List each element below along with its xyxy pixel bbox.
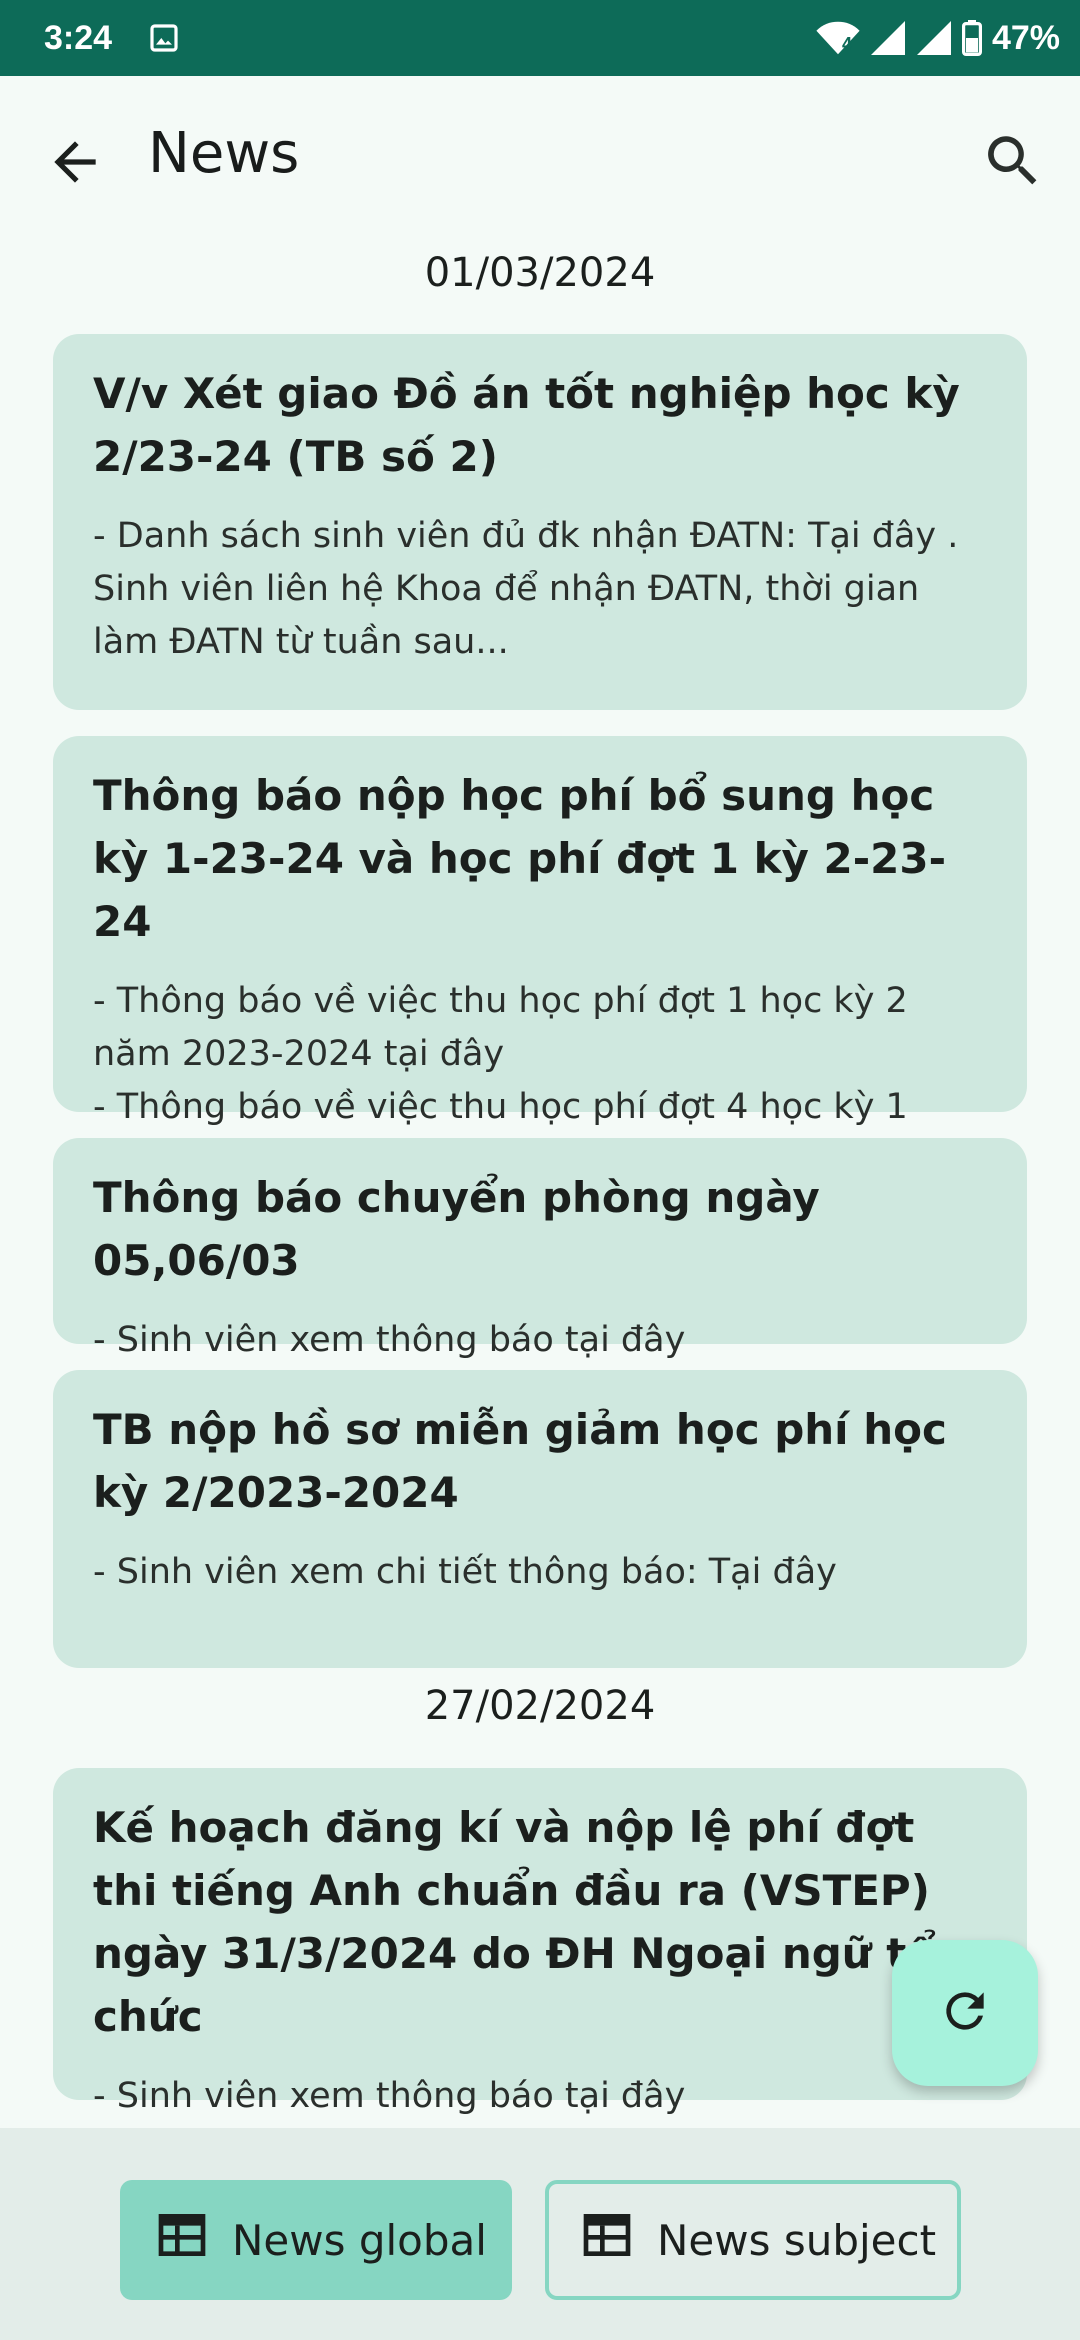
news-card[interactable]: Thông báo chuyển phòng ngày 05,06/03 - S… [53, 1138, 1027, 1360]
status-time: 3:24 [44, 18, 113, 57]
refresh-icon [937, 1983, 993, 2043]
news-card[interactable]: Kế hoạch đăng kí và nộp lệ phí đợt thi t… [53, 1768, 1027, 2116]
arrow-back-icon[interactable] [44, 131, 106, 193]
news-title: V/v Xét giao Đồ án tốt nghiệp học kỳ 2/2… [93, 369, 960, 481]
news-subject-button[interactable]: News subject [545, 2180, 961, 2300]
news-title: Kế hoạch đăng kí và nộp lệ phí đợt thi t… [93, 1803, 936, 2041]
status-bar: 3:24 4 47% [0, 0, 1080, 76]
wifi-icon: 4 [816, 20, 860, 56]
news-global-label: News global [232, 2215, 487, 2265]
news-subject-label: News subject [657, 2215, 937, 2265]
news-card[interactable]: Thông báo nộp học phí bổ sung học kỳ 1-2… [53, 736, 1027, 1127]
page-title: News [148, 121, 300, 186]
calendar-table-icon [579, 2207, 657, 2273]
news-title: Thông báo chuyển phòng ngày 05,06/03 [93, 1173, 820, 1285]
search-icon[interactable] [980, 128, 1046, 194]
news-summary: - Sinh viên xem chi tiết thông báo: Tại … [93, 1552, 837, 1592]
news-card[interactable]: TB nộp hồ sơ miễn giảm học phí học kỳ 2/… [53, 1370, 1027, 1668]
signal-icon [870, 21, 906, 55]
news-summary: - Thông báo về việc thu học phí đợt 1 họ… [93, 981, 908, 1127]
news-card[interactable]: V/v Xét giao Đồ án tốt nghiệp học kỳ 2/2… [53, 334, 1027, 710]
news-summary: - Danh sách sinh viên đủ đk nhận ĐATN: T… [93, 516, 959, 662]
news-title: TB nộp hồ sơ miễn giảm học phí học kỳ 2/… [93, 1405, 947, 1517]
app-bar: News [0, 76, 1080, 246]
news-global-button[interactable]: News global [120, 2180, 512, 2300]
date-header: 27/02/2024 [424, 1683, 656, 1729]
news-summary: - Sinh viên xem thông báo tại đây [93, 1320, 686, 1360]
signal-icon [916, 21, 952, 55]
image-icon [148, 22, 180, 54]
news-title: Thông báo nộp học phí bổ sung học kỳ 1-2… [93, 771, 947, 946]
bottom-bar: News global News subject [0, 2128, 1080, 2340]
refresh-button[interactable] [892, 1940, 1038, 2086]
network-badge: 4 [841, 34, 852, 54]
news-summary: - Sinh viên xem thông báo tại đây [93, 2076, 686, 2116]
calendar-table-icon [154, 2207, 232, 2273]
battery-icon [961, 20, 982, 56]
battery-percent: 47% [991, 18, 1060, 57]
date-header: 01/03/2024 [424, 250, 656, 296]
